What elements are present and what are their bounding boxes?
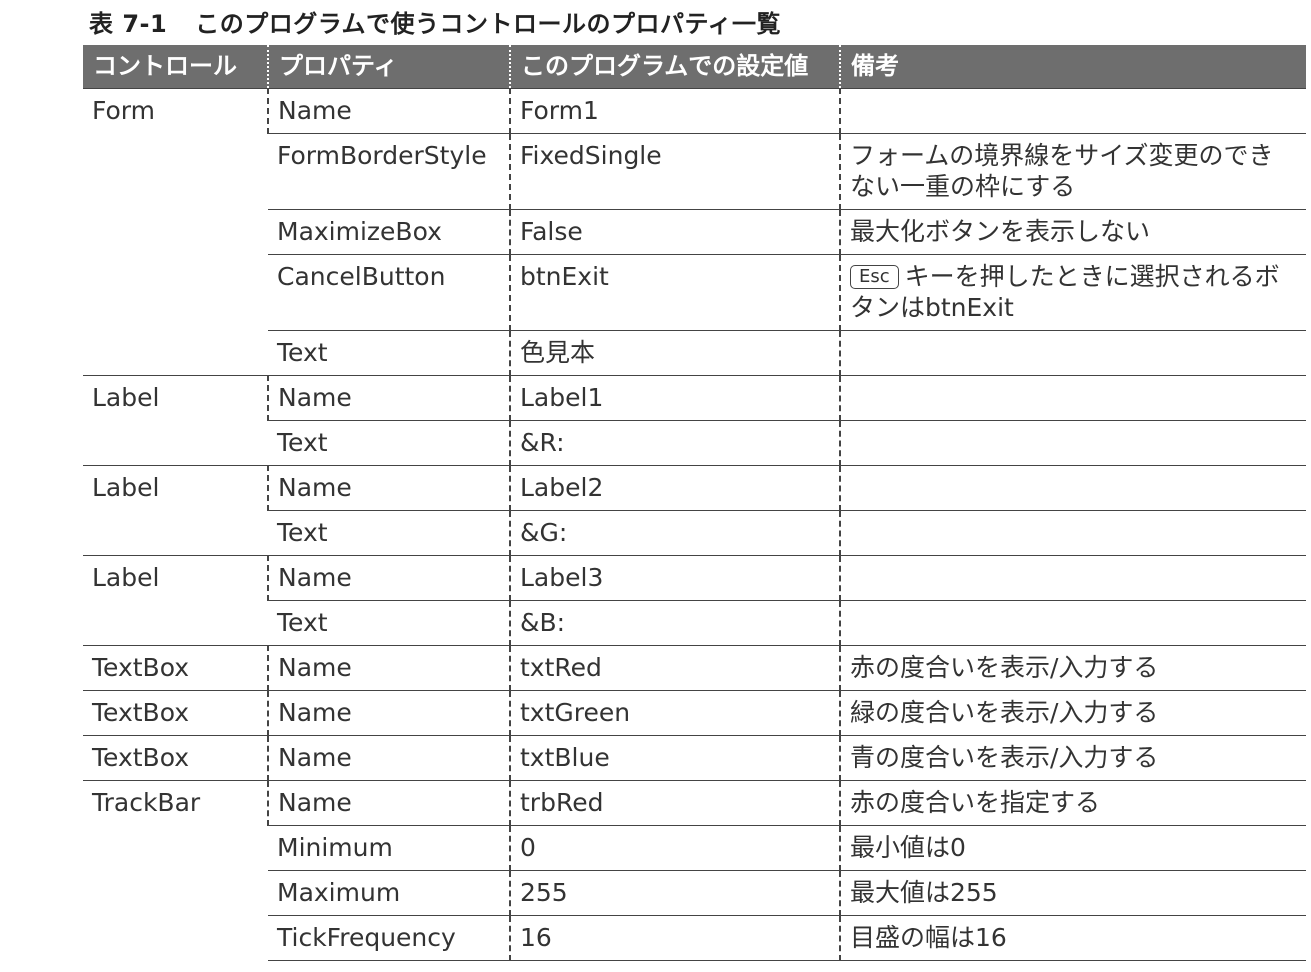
property-cell: Text xyxy=(268,330,510,376)
note-cell: 最大値は255 xyxy=(839,870,1306,916)
table-body: Form Name Form1 FormBorderStyle FixedSingle フ… xyxy=(83,88,1306,961)
property-cell: Text xyxy=(268,420,510,466)
table-header: コントロール プロパティ このプログラムでの設定値 備考 xyxy=(83,45,1306,89)
table-row: Label Name Label2 xyxy=(83,465,1306,556)
note-cell: 最小値は0 xyxy=(839,825,1306,871)
property-cell: Name xyxy=(267,735,510,781)
value-cell: 16 xyxy=(509,915,840,961)
value-cell: txtBlue xyxy=(509,735,840,781)
control-cell: TrackBar xyxy=(83,780,268,961)
value-cell: 255 xyxy=(509,870,840,916)
control-cell: TextBox xyxy=(83,645,268,691)
property-cell: Minimum xyxy=(268,825,510,871)
header-property: プロパティ xyxy=(267,45,510,89)
value-cell: 色見本 xyxy=(509,330,840,376)
value-cell: &G: xyxy=(509,510,840,556)
table-number: 表 7-1 xyxy=(89,10,168,38)
value-cell: Form1 xyxy=(509,88,840,134)
control-cell: TextBox xyxy=(83,735,268,781)
note-cell xyxy=(839,330,1306,376)
note-cell xyxy=(839,600,1306,646)
control-cell: TextBox xyxy=(83,690,268,736)
value-cell: Label1 xyxy=(509,375,840,421)
value-cell: Label3 xyxy=(509,555,840,601)
note-cell: 緑の度合いを表示/入力する xyxy=(839,690,1306,736)
note-cell xyxy=(839,465,1306,511)
property-cell: Name xyxy=(267,465,510,511)
header-note: 備考 xyxy=(839,45,1306,89)
table-row: TextBox Name txtGreen 緑の度合いを表示/入力する xyxy=(83,690,1306,736)
note-cell xyxy=(839,88,1306,134)
control-cell: Label xyxy=(83,465,268,556)
property-cell: Name xyxy=(267,645,510,691)
control-cell: Label xyxy=(83,555,268,646)
table-row: TextBox Name txtBlue 青の度合いを表示/入力する xyxy=(83,735,1306,781)
note-cell: 目盛の幅は16 xyxy=(839,915,1306,961)
note-cell: 赤の度合いを指定する xyxy=(839,780,1306,826)
value-cell: &R: xyxy=(509,420,840,466)
header-row: コントロール プロパティ このプログラムでの設定値 備考 xyxy=(83,45,1306,89)
note-cell: フォームの境界線をサイズ変更のできない一重の枠にする xyxy=(839,133,1306,210)
property-cell: Text xyxy=(268,600,510,646)
note-cell xyxy=(839,510,1306,556)
header-control: コントロール xyxy=(83,45,268,89)
property-cell: Text xyxy=(268,510,510,556)
property-cell: MaximizeBox xyxy=(268,209,510,255)
table-row: Form Name Form1 xyxy=(83,88,1306,376)
value-cell: &B: xyxy=(509,600,840,646)
property-cell: Maximum xyxy=(268,870,510,916)
property-cell: Name xyxy=(267,555,510,601)
value-cell: False xyxy=(509,209,840,255)
table-title: このプログラムで使うコントロールのプロパティ一覧 xyxy=(195,10,782,38)
value-cell: txtGreen xyxy=(509,690,840,736)
table-row: TrackBar Name trbRed 赤の度合いを指定する xyxy=(83,780,1306,961)
table-row: TextBox Name txtRed 赤の度合いを表示/入力する xyxy=(83,645,1306,691)
note-text: キーを押したときに選択されるボタンはbtnExit xyxy=(850,262,1280,322)
control-cell: Label xyxy=(83,375,268,466)
property-cell: CancelButton xyxy=(268,254,510,331)
value-cell: FixedSingle xyxy=(509,133,840,210)
table-caption: 表 7-1 このプログラムで使うコントロールのプロパティ一覧 xyxy=(83,4,781,39)
property-cell: TickFrequency xyxy=(268,915,510,961)
esc-key-icon: Esc xyxy=(850,265,899,289)
note-cell: 青の度合いを表示/入力する xyxy=(839,735,1306,781)
property-cell: Name xyxy=(267,375,510,421)
note-cell: 赤の度合いを表示/入力する xyxy=(839,645,1306,691)
value-cell: 0 xyxy=(509,825,840,871)
note-cell: Esc キーを押したときに選択されるボタンはbtnExit xyxy=(839,254,1306,331)
note-cell xyxy=(839,420,1306,466)
value-cell: trbRed xyxy=(509,780,840,826)
property-cell: Name xyxy=(267,780,510,826)
property-cell: Name xyxy=(267,88,510,134)
table-row: Label Name Label3 xyxy=(83,555,1306,646)
table-row: Label Name Label1 xyxy=(83,375,1306,466)
header-value: このプログラムでの設定値 xyxy=(509,45,840,89)
property-cell: FormBorderStyle xyxy=(268,133,510,210)
value-cell: Label2 xyxy=(509,465,840,511)
control-cell: Form xyxy=(83,88,268,376)
note-cell xyxy=(839,555,1306,601)
note-cell: 最大化ボタンを表示しない xyxy=(839,209,1306,255)
properties-table: コントロール プロパティ このプログラムでの設定値 備考 Form Name For… xyxy=(83,45,1306,961)
note-cell xyxy=(839,375,1306,421)
property-cell: Name xyxy=(267,690,510,736)
value-cell: btnExit xyxy=(509,254,840,331)
value-cell: txtRed xyxy=(509,645,840,691)
